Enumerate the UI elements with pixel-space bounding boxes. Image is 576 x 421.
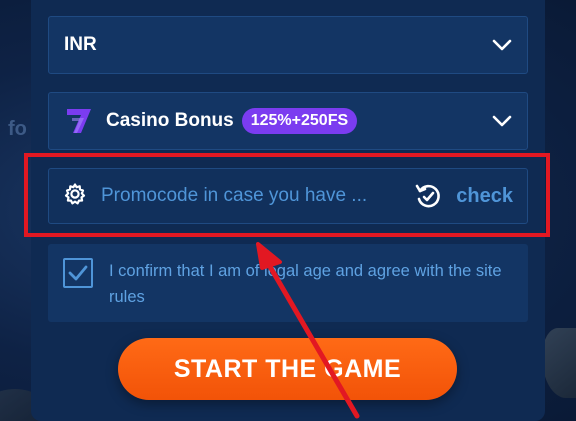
start-game-button[interactable]: START THE GAME [118, 338, 457, 400]
chevron-down-icon [491, 34, 513, 56]
age-confirm-text: I confirm that I am of legal age and agr… [109, 262, 502, 306]
promocode-highlight-box [24, 153, 550, 237]
currency-select-value: INR [64, 34, 97, 55]
bonus-select[interactable]: Casino Bonus 125%+250FS [48, 92, 528, 150]
bonus-select-label: Casino Bonus [106, 110, 234, 131]
age-confirm-checkbox[interactable] [63, 258, 93, 288]
chevron-down-icon [491, 110, 513, 132]
casino-seven-logo-icon [64, 106, 94, 136]
checkmark-icon [68, 265, 88, 281]
background-rock-decoration [542, 328, 576, 398]
background-text-fragment: fo [8, 118, 27, 140]
age-confirmation: I confirm that I am of legal age and agr… [48, 244, 528, 322]
currency-select[interactable]: INR [48, 16, 528, 74]
bonus-badge: 125%+250FS [241, 108, 358, 134]
